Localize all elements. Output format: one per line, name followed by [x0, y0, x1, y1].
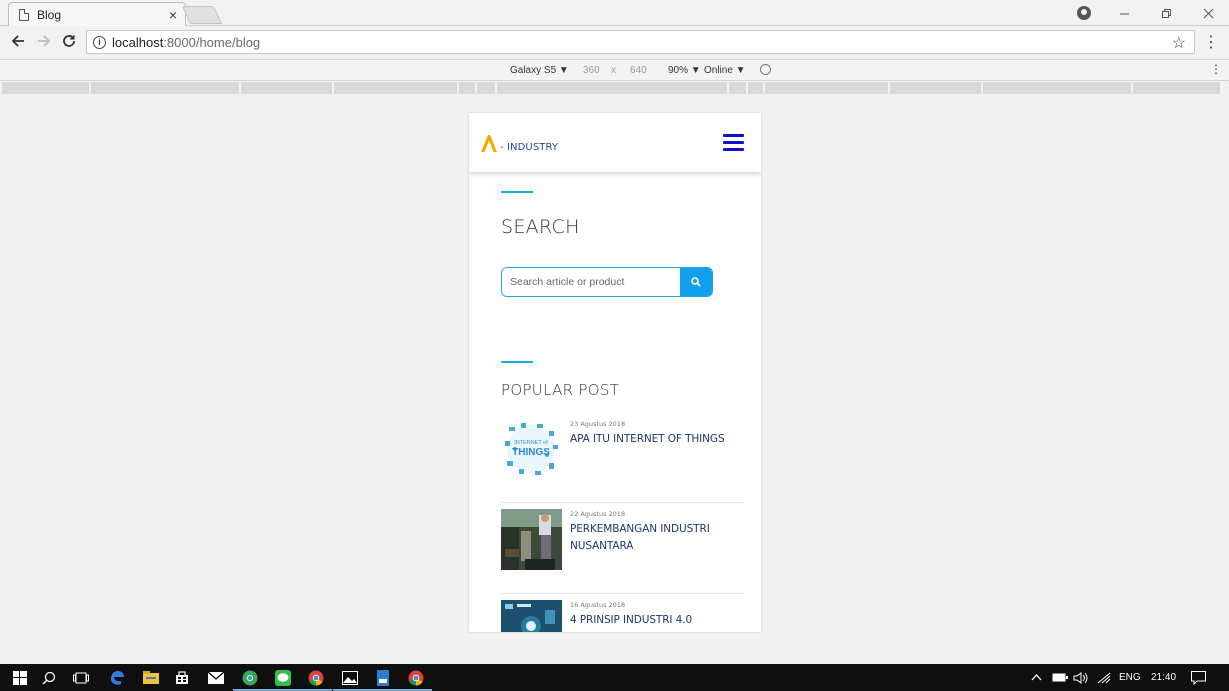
viewport-width[interactable]: 360: [583, 65, 600, 76]
browser-menu-icon[interactable]: ⋮: [1203, 33, 1219, 53]
rotate-icon[interactable]: [760, 64, 771, 75]
mobile-viewport: - INDUSTRY SEARCH POPULAR POST: [469, 113, 761, 632]
mail-icon[interactable]: [206, 668, 225, 687]
url-path: :8000/home/blog: [163, 34, 261, 50]
chrome-app-icon[interactable]: [233, 668, 266, 691]
device-toolbar: Galaxy S5 ▼ 360 x 640 90% ▼ Online ▼ ⋮: [0, 60, 1229, 81]
edge-browser-icon[interactable]: [107, 668, 126, 687]
post-title-link[interactable]: PERKEMBANGAN INDUSTRI NUSANTARA: [570, 521, 740, 555]
network-throttle-select[interactable]: Online ▼: [704, 65, 746, 76]
new-tab-button[interactable]: [181, 6, 223, 24]
battery-icon[interactable]: [1052, 664, 1068, 691]
site-header: - INDUSTRY: [469, 113, 761, 172]
word-document-icon[interactable]: [366, 668, 399, 691]
tray-chevron-icon[interactable]: [1031, 664, 1042, 691]
post-date: 23 Agustus 2018: [570, 420, 626, 428]
logo-icon[interactable]: [480, 133, 498, 153]
search-input[interactable]: [502, 268, 680, 296]
minimize-button[interactable]: [1106, 0, 1142, 26]
device-more-icon[interactable]: ⋮: [1210, 62, 1222, 76]
windows-start-icon[interactable]: [10, 668, 29, 687]
post-title-link[interactable]: APA ITU INTERNET OF THINGS: [570, 431, 740, 448]
search-heading: SEARCH: [501, 216, 580, 238]
restore-button[interactable]: [1148, 0, 1184, 26]
wifi-icon[interactable]: [1097, 664, 1111, 691]
post-thumbnail[interactable]: [501, 600, 562, 632]
action-center-icon[interactable]: [1191, 664, 1206, 691]
popular-post-item[interactable]: INTERNET of THINGS 23 Agustus 2018 APA I…: [501, 419, 744, 489]
section-accent-line: [501, 361, 533, 363]
post-date: 22 Agustus 2018: [570, 510, 626, 518]
close-window-button[interactable]: [1190, 0, 1226, 26]
search-button[interactable]: [680, 268, 712, 296]
tab-close-icon[interactable]: ×: [169, 7, 177, 23]
bookmark-star-icon[interactable]: ☆: [1172, 33, 1186, 53]
photos-icon[interactable]: [333, 668, 366, 691]
post-title-link[interactable]: 4 PRINSIP INDUSTRI 4.0: [570, 612, 740, 629]
search-icon[interactable]: [39, 668, 58, 687]
search-form: [501, 267, 713, 297]
reload-icon[interactable]: [58, 33, 80, 53]
clock[interactable]: 21:40: [1151, 664, 1176, 691]
logo-text[interactable]: - INDUSTRY: [500, 142, 558, 153]
address-bar[interactable]: i localhost :8000/home/blog ☆: [86, 30, 1195, 54]
store-icon[interactable]: [172, 668, 191, 687]
viewport-height[interactable]: 640: [630, 65, 647, 76]
media-query-bar[interactable]: [0, 82, 1229, 96]
file-explorer-icon[interactable]: [141, 668, 160, 687]
language-indicator[interactable]: ENG: [1119, 664, 1141, 691]
section-accent-line: [501, 191, 533, 193]
tab-title: Blog: [37, 7, 62, 22]
post-date: 16 Agustus 2018: [570, 601, 626, 609]
zoom-select[interactable]: 90% ▼: [668, 65, 701, 76]
thumb-text: INTERNET of: [514, 440, 548, 446]
popular-post-item[interactable]: 16 Agustus 2018 4 PRINSIP INDUSTRI 4.0: [501, 600, 744, 632]
browser-tab-strip: Blog ×: [0, 0, 1229, 26]
post-thumbnail[interactable]: INTERNET of THINGS: [501, 419, 562, 480]
device-select[interactable]: Galaxy S5 ▼: [510, 65, 569, 76]
post-thumbnail[interactable]: [501, 509, 562, 570]
account-icon[interactable]: [1066, 0, 1102, 26]
dimension-separator: x: [611, 65, 616, 76]
popular-post-heading: POPULAR POST: [501, 381, 620, 399]
page-icon: [19, 8, 29, 21]
post-divider: [501, 593, 744, 594]
windows-taskbar: ENG 21:40: [0, 664, 1229, 691]
hamburger-menu-icon[interactable]: [723, 134, 744, 151]
line-chat-icon[interactable]: [266, 668, 299, 691]
volume-icon[interactable]: [1073, 664, 1089, 691]
post-divider: [501, 502, 744, 503]
thumb-text: THINGS: [512, 447, 550, 458]
site-info-icon[interactable]: i: [93, 35, 106, 49]
url-host: localhost: [112, 34, 164, 50]
chrome-icon[interactable]: [299, 668, 332, 691]
search-icon: [691, 277, 701, 287]
back-arrow-icon[interactable]: [7, 33, 29, 53]
browser-tab[interactable]: Blog ×: [8, 2, 186, 26]
forward-arrow-icon[interactable]: [33, 33, 55, 53]
task-view-icon[interactable]: [71, 668, 90, 687]
chrome-icon[interactable]: [399, 668, 432, 691]
popular-post-item[interactable]: 22 Agustus 2018 PERKEMBANGAN INDUSTRI NU…: [501, 509, 744, 579]
browser-toolbar: i localhost :8000/home/blog ☆ ⋮: [0, 26, 1229, 60]
